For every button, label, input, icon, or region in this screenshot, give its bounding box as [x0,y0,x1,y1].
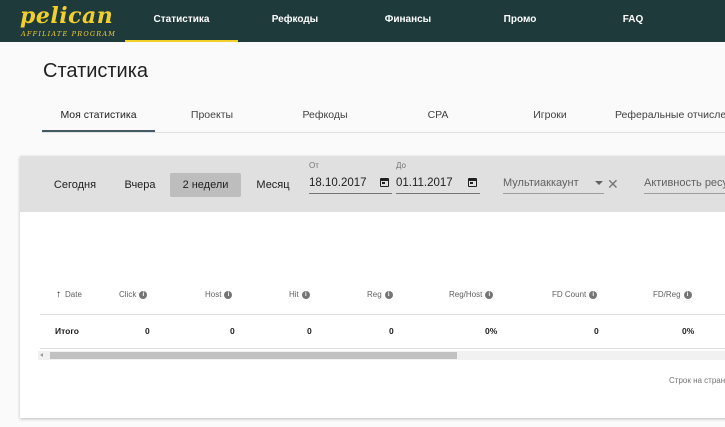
date-from-value: 18.10.2017 [309,177,367,189]
activity-placeholder: Активность ресурсов [644,177,725,189]
scrollbar-thumb[interactable] [50,352,457,359]
top-navbar: pelican AFFILIATE PROGRAM Статистика Реф… [0,0,725,42]
calendar-icon[interactable] [380,178,389,187]
total-click: 0 [145,326,150,336]
tab-my-statistics[interactable]: Моя статистика [42,100,155,132]
column-reg-label: Reg [367,290,382,299]
total-fd-reg: 0% [682,326,695,336]
row-divider [40,314,725,315]
column-fd-count[interactable]: FD Count i [552,290,598,302]
close-icon[interactable]: ✕ [607,176,619,192]
horizontal-scrollbar[interactable] [38,351,725,360]
chevron-down-icon [595,181,603,185]
tab-cpa[interactable]: CPA [398,100,478,132]
period-today-button[interactable]: Сегодня [44,173,106,197]
activity-select[interactable]: Активность ресурсов [644,174,725,194]
date-to-value: 01.11.2017 [396,177,453,189]
sort-arrow-up-icon: ↑ [56,289,61,300]
column-reg[interactable]: Reg i [367,290,393,302]
column-hit-label: Hit [289,290,299,299]
period-month-button[interactable]: Месяц [248,173,298,197]
total-reg: 0 [389,326,394,336]
page-title: Статистика [43,60,149,82]
total-fd-count: 0 [594,326,599,336]
info-icon[interactable]: i [384,290,393,299]
nav-finances[interactable]: Финансы [368,0,448,42]
filter-bar: Сегодня Вчера 2 недели Месяц От 18.10.20… [20,156,725,212]
info-icon[interactable]: i [139,290,148,299]
period-two-weeks-button[interactable]: 2 недели [170,173,241,197]
nav-faq[interactable]: FAQ [598,0,668,42]
multiaccount-placeholder: Мультиаккаунт [503,177,579,189]
column-host[interactable]: Host i [205,290,233,302]
total-label: Итого [55,326,79,336]
statistics-card: Сегодня Вчера 2 недели Месяц От 18.10.20… [20,156,725,418]
pelican-logo[interactable]: pelican AFFILIATE PROGRAM [20,3,115,39]
date-from-field[interactable]: 18.10.2017 [309,174,392,194]
total-host: 0 [230,326,235,336]
info-icon[interactable]: i [589,290,598,299]
total-reg-host: 0% [485,326,498,336]
tab-projects[interactable]: Проекты [172,100,252,132]
nav-promo[interactable]: Промо [480,0,560,42]
nav-statistics[interactable]: Статистика [125,0,238,42]
logo-tagline: AFFILIATE PROGRAM [21,30,117,38]
column-date-label: Date [65,290,82,300]
info-icon[interactable]: i [683,290,692,299]
column-hit[interactable]: Hit i [289,290,310,302]
column-date[interactable]: ↑ Date [56,290,82,302]
column-click[interactable]: Click i [119,290,148,302]
total-hit: 0 [307,326,312,336]
info-icon[interactable]: i [485,290,494,299]
tabs-divider [42,132,725,133]
tab-referral-payouts[interactable]: Реферальные отчисления [615,100,725,132]
tab-refcodes[interactable]: Рефкоды [285,100,365,132]
period-yesterday-button[interactable]: Вчера [114,173,166,197]
info-icon[interactable]: i [301,290,310,299]
calendar-icon[interactable] [468,178,477,187]
multiaccount-select[interactable]: Мультиаккаунт [503,174,604,194]
date-to-field[interactable]: 01.11.2017 [396,174,480,194]
column-reg-host-label: Reg/Host [449,290,483,299]
date-to-label: До [396,161,406,170]
scroll-left-arrow-icon[interactable] [40,353,43,357]
rows-per-page-label: Строк на странице [669,376,725,385]
nav-refcodes[interactable]: Рефкоды [255,0,335,42]
column-reg-host[interactable]: Reg/Host i [449,290,494,302]
logo-wordmark: pelican [20,3,114,29]
column-fd-count-label: FD Count [552,290,587,299]
column-fd-reg-label: FD/Reg [653,290,681,299]
info-icon[interactable]: i [224,290,233,299]
column-click-label: Click [119,290,137,299]
tab-players[interactable]: Игроки [510,100,590,132]
column-fd-reg[interactable]: FD/Reg i [653,290,692,302]
date-from-label: От [309,161,319,170]
row-divider [40,348,725,349]
column-host-label: Host [205,290,222,299]
